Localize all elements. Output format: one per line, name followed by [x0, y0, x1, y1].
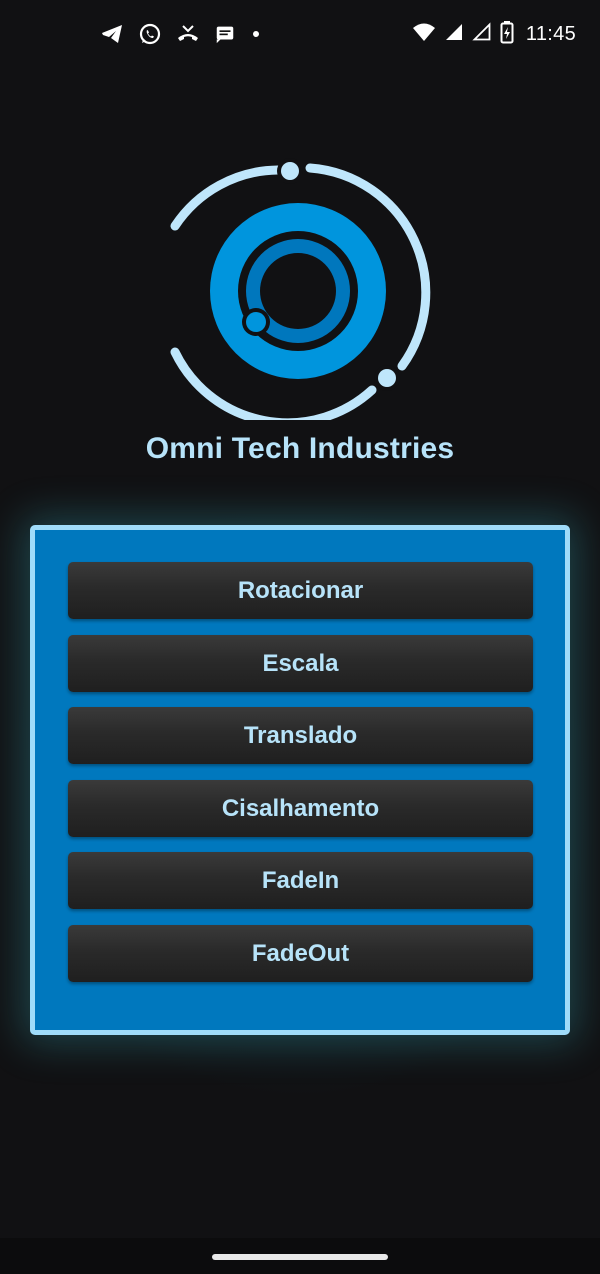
fade-out-button[interactable]: FadeOut — [68, 925, 533, 982]
signal-icon — [444, 22, 464, 47]
shear-button[interactable]: Cisalhamento — [68, 780, 533, 837]
company-logo — [170, 158, 431, 420]
wifi-icon — [412, 21, 436, 48]
system-icons: 11:45 — [412, 20, 576, 48]
rotate-button[interactable]: Rotacionar — [68, 562, 533, 619]
app-screen: 11:45 Omni Tech Industries Rotacionar Es… — [0, 0, 600, 1274]
company-name: Omni Tech Industries — [145, 432, 455, 465]
status-bar: 11:45 — [0, 0, 600, 68]
home-gesture-handle[interactable] — [212, 1254, 388, 1260]
fade-in-button[interactable]: FadeIn — [68, 852, 533, 909]
telegram-icon — [100, 22, 124, 46]
dot-icon — [250, 22, 262, 46]
notification-icons — [100, 20, 262, 48]
battery-charging-icon — [500, 20, 514, 49]
clock: 11:45 — [525, 22, 576, 45]
whatsapp-icon — [138, 22, 162, 46]
message-icon — [214, 23, 236, 45]
menu-panel: Rotacionar Escala Translado Cisalhamento… — [30, 525, 570, 1035]
signal-empty-icon — [472, 21, 492, 47]
missed-call-icon — [176, 22, 200, 46]
scale-button[interactable]: Escala — [68, 635, 533, 692]
translate-button[interactable]: Translado — [68, 707, 533, 764]
